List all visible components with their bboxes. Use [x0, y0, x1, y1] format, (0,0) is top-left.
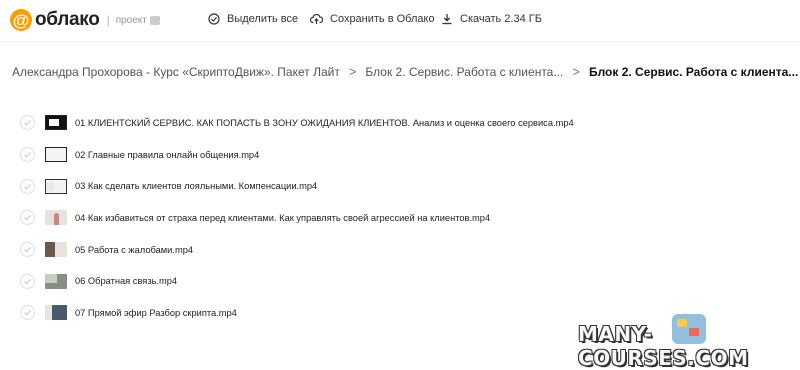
- check-icon: [24, 278, 31, 285]
- breadcrumb-current: Блок 2. Сервис. Работа с клиента...: [588, 64, 799, 79]
- video-thumbnail: [45, 273, 67, 289]
- save-to-cloud-button[interactable]: Сохранить в Облако: [310, 13, 435, 25]
- breadcrumb-root[interactable]: Александра Прохорова - Курс «СкриптоДвиж…: [12, 65, 340, 79]
- check-icon: [24, 120, 31, 126]
- cloud-upload-icon: [310, 13, 323, 24]
- list-item[interactable]: 01 КЛИЕНТСКИЙ СЕРВИС. КАК ПОПАСТЬ В ЗОНУ…: [20, 107, 780, 139]
- select-checkbox[interactable]: [20, 242, 35, 258]
- file-name[interactable]: 05 Работа с жалобами.mp4: [75, 245, 193, 255]
- save-to-cloud-label: Сохранить в Облако: [330, 13, 435, 25]
- select-checkbox[interactable]: [20, 147, 35, 163]
- video-thumbnail: [45, 242, 67, 258]
- video-thumbnail: [45, 147, 67, 163]
- video-thumbnail: [45, 115, 67, 131]
- check-icon: [24, 152, 31, 158]
- cloud-logo[interactable]: @ облако | проект: [10, 9, 160, 31]
- select-all-label: Выделить все: [227, 13, 299, 25]
- file-name[interactable]: 06 Обратная связь.mp4: [75, 276, 177, 286]
- breadcrumb-separator: >: [572, 64, 580, 79]
- select-checkbox[interactable]: [20, 210, 35, 226]
- select-checkbox[interactable]: [20, 305, 35, 321]
- download-button[interactable]: Скачать 2.34 ГБ: [441, 13, 542, 25]
- logo-text: облако: [35, 9, 100, 30]
- check-icon: [24, 247, 31, 253]
- select-checkbox[interactable]: [20, 273, 35, 289]
- check-icon: [24, 183, 31, 190]
- top-toolbar: @ облако | проект Выделить все Сохранить…: [0, 0, 800, 42]
- select-checkbox[interactable]: [20, 178, 35, 194]
- check-circle-icon: [208, 13, 220, 25]
- file-name[interactable]: 03 Как сделать клиентов лояльными. Компе…: [75, 181, 317, 191]
- file-name[interactable]: 04 Как избавиться от страха перед клиент…: [75, 213, 490, 223]
- project-label: проект: [115, 14, 147, 26]
- video-thumbnail: [45, 305, 67, 321]
- video-thumbnail: [45, 210, 67, 226]
- at-logo-icon: @: [10, 9, 32, 31]
- logo-separator: |: [106, 13, 110, 27]
- list-item[interactable]: 06 Обратная связь.mp4: [20, 265, 780, 297]
- list-item[interactable]: 04 Как избавиться от страха перед клиент…: [20, 202, 780, 234]
- check-icon: [24, 310, 31, 316]
- project-badge-icon: [149, 15, 160, 25]
- select-checkbox[interactable]: [20, 115, 35, 131]
- file-name[interactable]: 02 Главные правила онлайн общения.mp4: [75, 150, 259, 160]
- download-icon: [442, 14, 452, 25]
- download-label: Скачать 2.34 ГБ: [460, 13, 542, 25]
- file-name[interactable]: 07 Прямой эфир Разбор скрипта.mp4: [75, 308, 237, 318]
- breadcrumb-separator: >: [348, 64, 357, 79]
- file-list: 01 КЛИЕНТСКИЙ СЕРВИС. КАК ПОПАСТЬ В ЗОНУ…: [20, 107, 780, 329]
- file-name[interactable]: 01 КЛИЕНТСКИЙ СЕРВИС. КАК ПОПАСТЬ В ЗОНУ…: [75, 118, 574, 128]
- breadcrumb-parent[interactable]: Блок 2. Сервис. Работа с клиента...: [365, 65, 563, 79]
- breadcrumb: Александра Прохорова - Курс «СкриптоДвиж…: [12, 64, 798, 79]
- select-all-button[interactable]: Выделить все: [208, 13, 298, 25]
- list-item[interactable]: 05 Работа с жалобами.mp4: [20, 234, 780, 266]
- watermark-text: MANY-COURSES.COM: [578, 322, 749, 370]
- list-item[interactable]: 03 Как сделать клиентов лояльными. Компе…: [20, 170, 780, 202]
- list-item[interactable]: 02 Главные правила онлайн общения.mp4: [20, 139, 780, 171]
- check-icon: [24, 215, 31, 221]
- video-thumbnail: [45, 178, 67, 194]
